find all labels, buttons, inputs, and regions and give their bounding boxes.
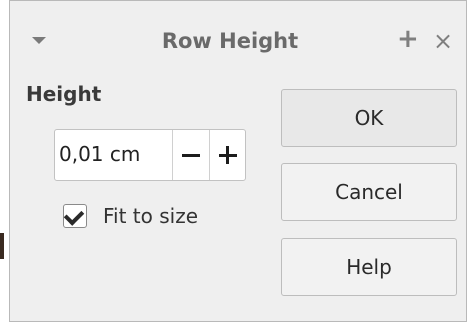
decrement-button[interactable] — [172, 130, 209, 180]
dialog-title: Row Height — [161, 29, 299, 53]
help-button[interactable]: Help — [281, 238, 457, 296]
background-document-fragment — [0, 233, 4, 259]
fit-to-size-checkbox[interactable] — [63, 204, 87, 228]
close-icon[interactable]: × — [433, 28, 453, 54]
height-spinbox[interactable]: 0,01 cm — [54, 129, 246, 181]
row-height-dialog: Row Height + × Height 0,01 cm Fit to siz… — [9, 0, 467, 322]
plus-icon[interactable]: + — [397, 26, 419, 52]
height-input[interactable]: 0,01 cm — [59, 142, 140, 166]
title-bar: Row Height + × — [10, 1, 466, 77]
ok-button[interactable]: OK — [281, 89, 457, 147]
cancel-button[interactable]: Cancel — [281, 163, 457, 221]
height-label: Height — [26, 82, 102, 106]
increment-button[interactable] — [209, 130, 246, 180]
fit-to-size-label[interactable]: Fit to size — [103, 204, 198, 228]
chevron-down-icon[interactable] — [32, 37, 46, 44]
minus-icon — [182, 154, 200, 157]
checkmark-icon — [63, 205, 85, 226]
